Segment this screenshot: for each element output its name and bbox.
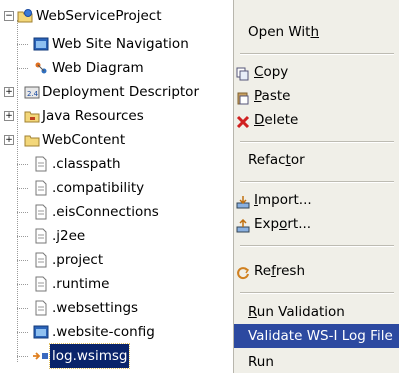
tree-item-label: Web Diagram <box>52 60 144 76</box>
menu-separator <box>240 245 394 247</box>
menu-item-validate-wsi-log-file[interactable]: Validate WS-I Log File <box>234 324 399 348</box>
wsimsg-icon <box>31 348 48 364</box>
menu-separator <box>240 141 394 143</box>
menu-item-refactor[interactable]: Refactor <box>234 148 399 172</box>
tree-item[interactable]: .classpath <box>0 152 232 176</box>
menu-item-label: Run <box>248 354 274 370</box>
delete-icon <box>236 113 250 129</box>
menu-item-run-validation[interactable]: Run Validation <box>234 300 399 324</box>
copy-icon <box>236 65 250 81</box>
site-navigation-icon <box>33 36 49 52</box>
java-resources-icon <box>24 108 40 124</box>
menu-item-import[interactable]: Import... <box>234 188 399 212</box>
menu-item-copy[interactable]: Copy <box>234 60 399 84</box>
menu-item-run[interactable]: Run <box>234 350 399 374</box>
tree-item[interactable]: .j2ee <box>0 224 232 248</box>
tree-item-label: .j2ee <box>52 228 86 244</box>
import-icon <box>236 193 250 209</box>
web-diagram-icon <box>33 60 49 76</box>
tree-item-label: .runtime <box>52 276 110 292</box>
expand-toggle[interactable]: + <box>4 135 14 145</box>
menu-item-label: Refactor <box>248 152 305 168</box>
deployment-descriptor-icon: 2.4 <box>24 84 40 100</box>
menu-item-label: Paste <box>254 88 291 104</box>
tree-item-label: log.wsimsg <box>48 343 131 369</box>
tree-item[interactable]: + Java Resources <box>0 104 232 128</box>
file-icon <box>33 300 49 316</box>
tree-item-label: .website-config <box>52 324 155 340</box>
menu-item-label: Import... <box>254 192 312 208</box>
expand-toggle[interactable]: + <box>4 111 14 121</box>
svg-text:2.4: 2.4 <box>27 90 39 98</box>
menu-item-label: Refresh <box>254 263 306 279</box>
tree-item[interactable]: .website-config <box>0 320 232 344</box>
website-config-icon <box>33 324 49 340</box>
tree-item[interactable]: + WebContent <box>0 128 232 152</box>
file-icon <box>33 252 49 268</box>
context-menu: Open With Copy Paste Delete Refactor Imp… <box>233 0 399 373</box>
menu-item-export[interactable]: Export... <box>234 212 399 236</box>
menu-item-label: Open With <box>248 24 320 40</box>
file-icon <box>33 180 49 196</box>
tree-item-label: .classpath <box>52 156 121 172</box>
tree-item-label: .eisConnections <box>52 204 159 220</box>
expand-toggle[interactable]: + <box>4 87 14 97</box>
menu-item-delete[interactable]: Delete <box>234 108 399 132</box>
paste-icon <box>236 89 250 105</box>
file-icon <box>33 156 49 172</box>
menu-item-label: Run Validation <box>248 304 345 320</box>
tree-item-label: .websettings <box>52 300 139 316</box>
collapse-toggle[interactable]: − <box>4 11 14 21</box>
menu-item-label: Export... <box>254 216 312 232</box>
file-icon <box>33 204 49 220</box>
menu-separator <box>240 292 394 294</box>
tree-item[interactable]: .websettings <box>0 296 232 320</box>
menu-item-label: Copy <box>254 64 289 80</box>
menu-separator <box>240 53 394 55</box>
tree-item-label: WebContent <box>42 132 126 148</box>
menu-separator <box>240 181 394 183</box>
tree-item-label: .project <box>52 252 104 268</box>
tree-item-selected[interactable]: log.wsimsg <box>0 343 232 369</box>
tree-item-label: .compatibility <box>52 180 145 196</box>
project-explorer-tree: − WebServiceProject Web Site Navigation … <box>0 0 232 373</box>
file-icon <box>33 276 49 292</box>
tree-item[interactable]: + 2.4 Deployment Descriptor <box>0 80 232 104</box>
file-icon <box>33 228 49 244</box>
web-project-icon <box>17 8 33 24</box>
tree-item[interactable]: Web Site Navigation <box>0 32 232 56</box>
tree-root-row[interactable]: − WebServiceProject <box>0 4 232 28</box>
tree-item[interactable]: .runtime <box>0 272 232 296</box>
tree-root-label: WebServiceProject <box>36 8 162 24</box>
folder-icon <box>24 132 40 148</box>
tree-item[interactable]: Web Diagram <box>0 56 232 80</box>
menu-item-label: Delete <box>254 112 299 128</box>
tree-item[interactable]: .compatibility <box>0 176 232 200</box>
tree-item-label: Java Resources <box>42 108 144 124</box>
tree-item-label: Web Site Navigation <box>52 36 189 52</box>
tree-item[interactable]: .eisConnections <box>0 200 232 224</box>
refresh-icon <box>236 264 250 280</box>
tree-item[interactable]: .project <box>0 248 232 272</box>
export-icon <box>236 217 250 233</box>
menu-item-open-with[interactable]: Open With <box>234 20 399 44</box>
menu-item-refresh[interactable]: Refresh <box>234 259 399 283</box>
tree-item-label: Deployment Descriptor <box>42 84 199 100</box>
menu-item-label: Validate WS-I Log File <box>248 328 393 344</box>
menu-item-paste[interactable]: Paste <box>234 84 399 108</box>
